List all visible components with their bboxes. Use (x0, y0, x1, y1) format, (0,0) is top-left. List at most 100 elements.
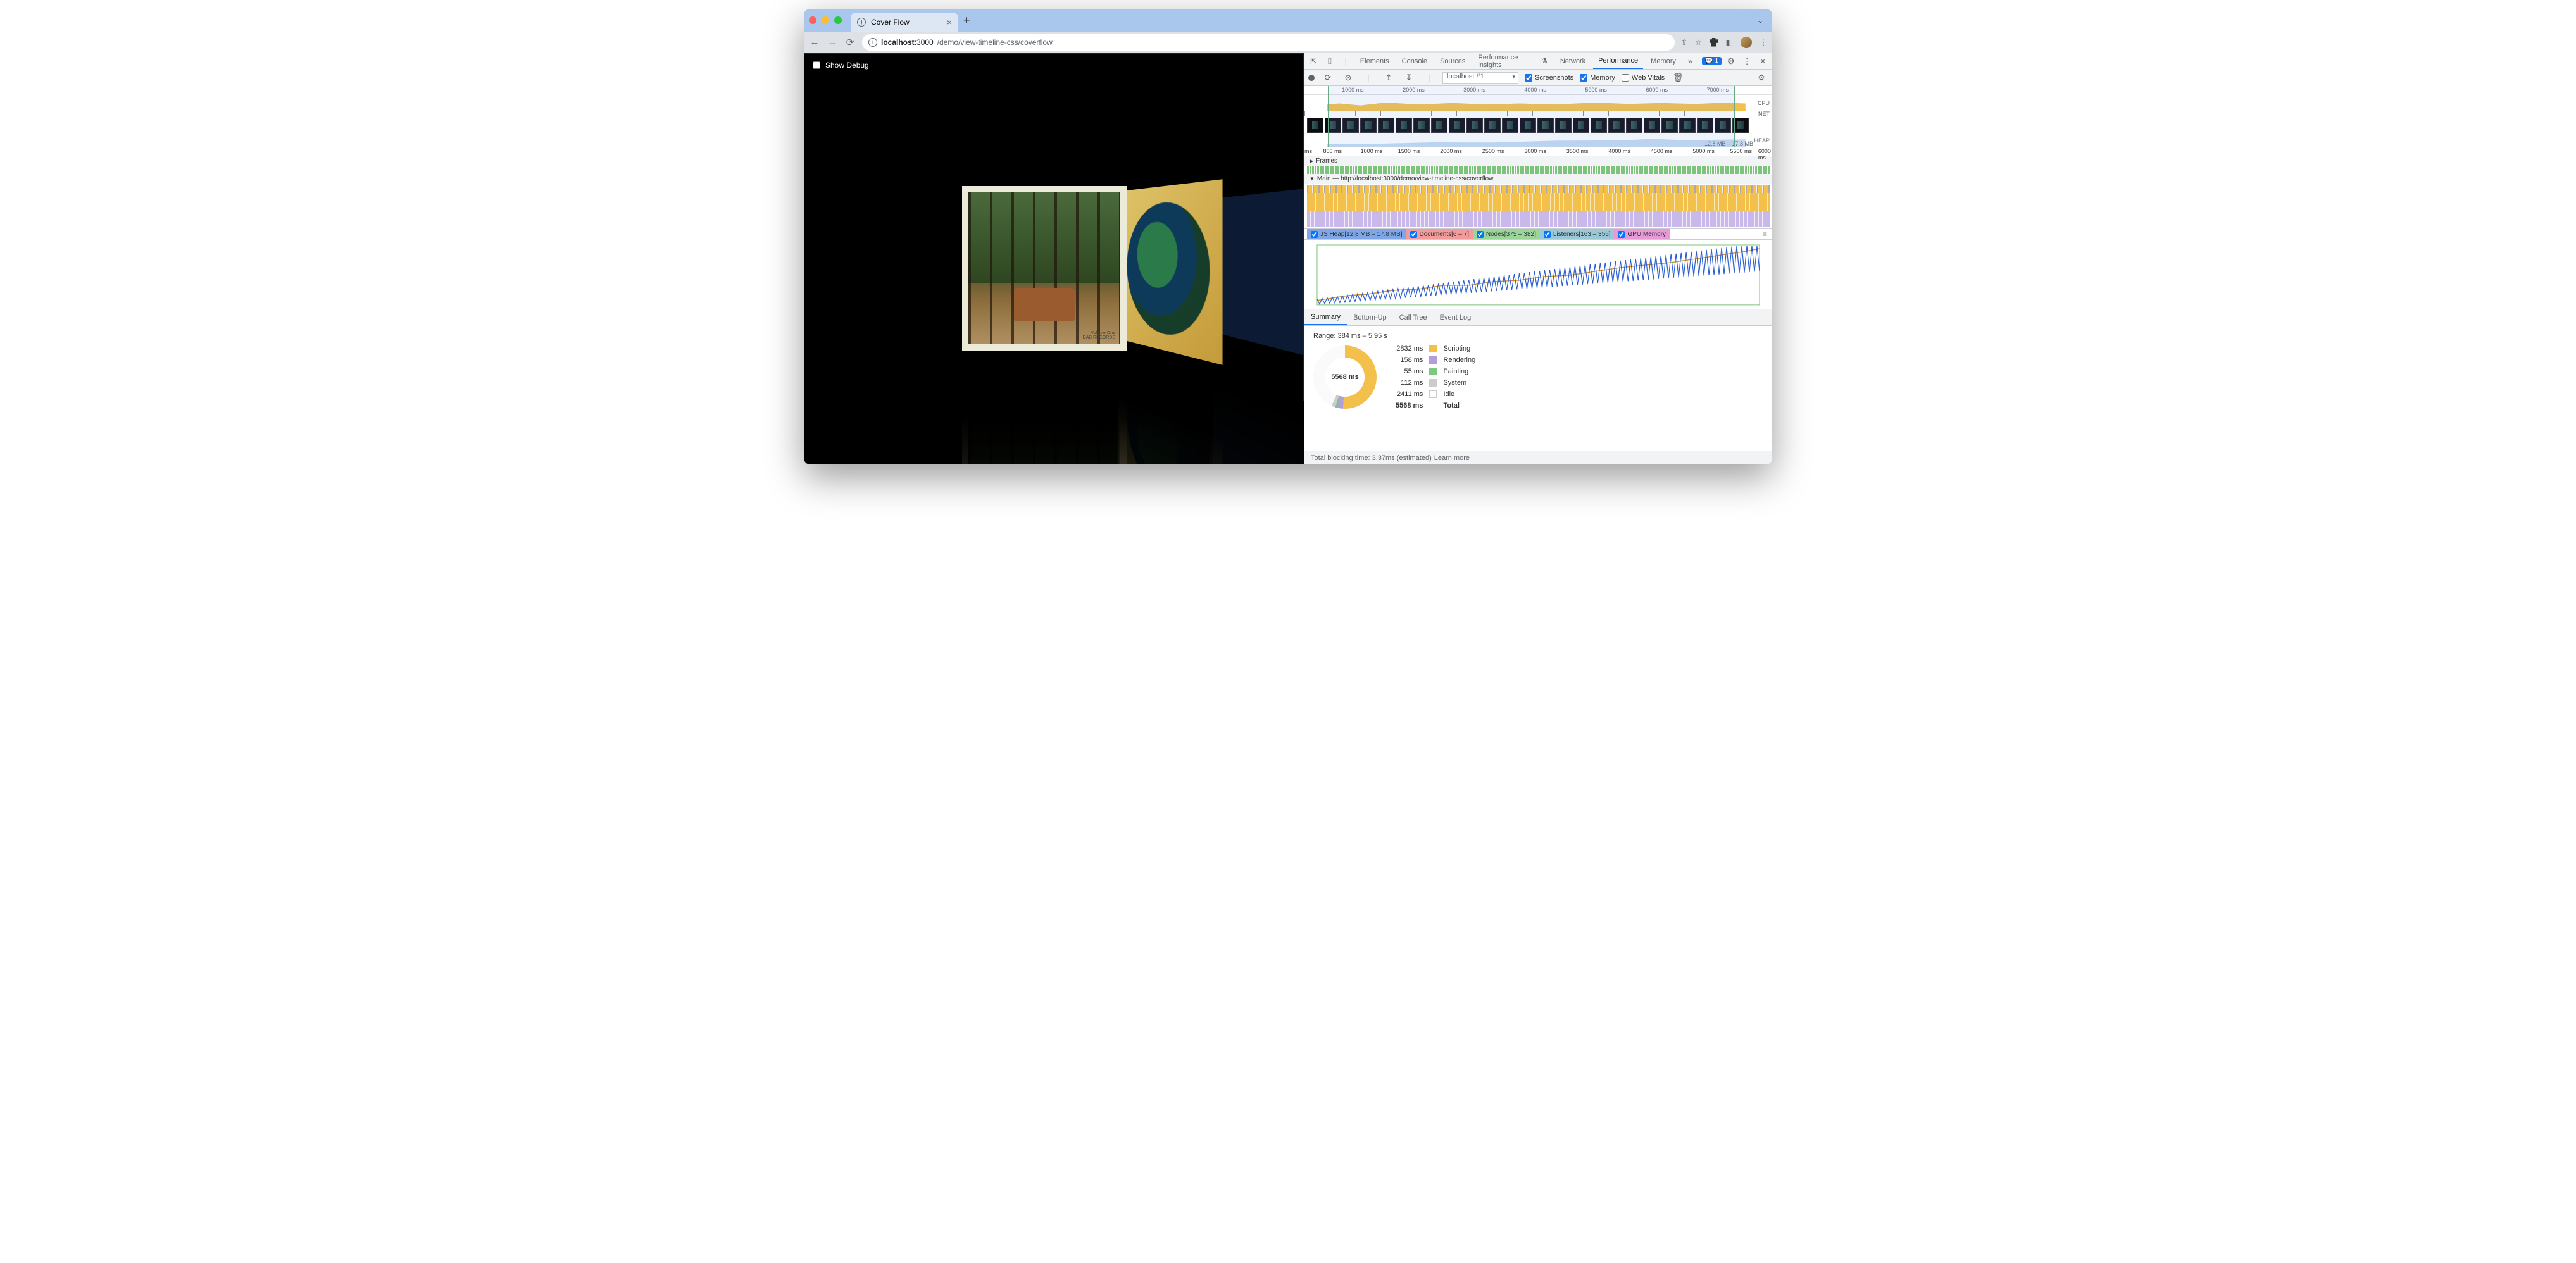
inspect-icon[interactable]: ⇱ (1307, 56, 1320, 66)
overview-pane[interactable]: 1000 ms 2000 ms 3000 ms 4000 ms 5000 ms … (1304, 86, 1772, 147)
summary-tab-call-tree[interactable]: Call Tree (1393, 309, 1434, 325)
issues-badge[interactable]: 💬 1 (1702, 57, 1722, 65)
screenshots-filmstrip[interactable] (1304, 116, 1772, 134)
summary-pane: Range: 384 ms – 5.95 s 5568 ms 2832 msSc… (1304, 326, 1772, 451)
devtools-panel: ⇱ ⌷ | Elements Console Sources Performan… (1304, 53, 1772, 464)
tab-console[interactable]: Console (1397, 53, 1432, 69)
devtools-menu-icon[interactable]: ⋮ (1740, 56, 1753, 66)
perf-bottom-bar: Total blocking time: 3.37ms (estimated) … (1304, 451, 1772, 464)
garbage-collect-icon[interactable]: 🗑 (1671, 73, 1685, 83)
counter-chart[interactable] (1304, 240, 1772, 309)
back-button[interactable]: ← (809, 37, 820, 47)
browser-menu-icon[interactable]: ⋮ (1760, 38, 1767, 47)
main-track-header[interactable]: ▼Main — http://localhost:3000/demo/view-… (1304, 174, 1772, 184)
disclosure-icon: ▶ (1310, 158, 1313, 164)
more-tabs-icon[interactable]: » (1684, 56, 1697, 66)
documents-counter-toggle[interactable]: Documents[6 – 7] (1406, 229, 1473, 239)
flame-chart[interactable]: ms 800 ms 1000 ms 1500 ms 2000 ms 2500 m… (1304, 147, 1772, 228)
share-icon[interactable]: ⇧ (1681, 38, 1687, 47)
tab-elements[interactable]: Elements (1355, 53, 1394, 69)
tbt-label: Total blocking time: 3.37ms (estimated) (1311, 454, 1432, 462)
summary-tab-event-log[interactable]: Event Log (1434, 309, 1478, 325)
net-lane-label: NET (1754, 111, 1772, 116)
summary-tab-summary[interactable]: Summary (1304, 309, 1347, 325)
site-info-icon[interactable]: i (868, 38, 877, 47)
url-input[interactable]: i localhost:3000/demo/view-timeline-css/… (862, 34, 1675, 51)
load-profile-icon[interactable]: ↥ (1382, 73, 1396, 83)
memory-checkbox[interactable]: Memory (1580, 74, 1615, 82)
cpu-lane-label: CPU (1754, 95, 1772, 111)
summary-tabs: Summary Bottom-Up Call Tree Event Log (1304, 309, 1772, 326)
globe-icon (857, 18, 866, 27)
tab-title: Cover Flow (871, 18, 910, 27)
device-toggle-icon[interactable]: ⌷ (1323, 56, 1336, 66)
js-heap-counter-toggle[interactable]: JS Heap[12.8 MB – 17.8 MB] (1307, 229, 1406, 239)
perf-toolbar: ⟳ ⊘ | ↥ ↧ | localhost #1 Screenshots Mem… (1304, 70, 1772, 86)
range-label: Range: 384 ms – 5.95 s (1313, 332, 1763, 340)
frames-track-header[interactable]: ▶Frames (1304, 156, 1772, 166)
summary-tab-bottom-up[interactable]: Bottom-Up (1347, 309, 1393, 325)
summary-donut-chart: 5568 ms (1313, 345, 1377, 409)
frames-track (1307, 166, 1770, 174)
side-panel-icon[interactable]: ◧ (1726, 38, 1733, 47)
profile-select[interactable]: localhost #1 (1442, 72, 1518, 84)
nodes-counter-toggle[interactable]: Nodes[375 – 382] (1473, 229, 1540, 239)
close-tab-icon[interactable]: × (947, 17, 952, 27)
bookmark-icon[interactable]: ☆ (1695, 38, 1702, 47)
screenshots-checkbox[interactable]: Screenshots (1525, 74, 1573, 82)
tab-sources[interactable]: Sources (1435, 53, 1470, 69)
reload-button[interactable]: ⟳ (844, 37, 856, 48)
window-controls (809, 16, 842, 24)
save-profile-icon[interactable]: ↧ (1402, 73, 1416, 83)
url-path: /demo/view-timeline-css/coverflow (937, 38, 1053, 47)
summary-legend: 2832 msScripting158 msRendering55 msPain… (1396, 345, 1475, 409)
main-track[interactable] (1307, 185, 1770, 228)
extensions-icon[interactable] (1710, 38, 1718, 47)
devtools-tabs: ⇱ ⌷ | Elements Console Sources Performan… (1304, 53, 1772, 70)
tab-performance[interactable]: Performance (1593, 53, 1643, 69)
counter-toggles: JS Heap[12.8 MB – 17.8 MB] Documents[6 –… (1304, 228, 1772, 240)
settings-icon[interactable]: ⚙ (1724, 56, 1737, 66)
cover-center[interactable]: Volume OneDAB RECORDS (962, 186, 1127, 351)
new-tab-button[interactable]: + (963, 14, 970, 27)
web-vitals-checkbox[interactable]: Web Vitals (1622, 74, 1665, 82)
minimize-window-button[interactable] (822, 16, 829, 24)
heap-lane-label: HEAP (1754, 134, 1772, 147)
reload-record-button[interactable]: ⟳ (1321, 73, 1335, 83)
net-overview (1304, 111, 1754, 116)
coverflow-stage[interactable]: Volume OneDAB RECORDS (804, 53, 1304, 464)
listeners-counter-toggle[interactable]: Listeners[163 – 355] (1540, 229, 1615, 239)
close-devtools-icon[interactable]: × (1756, 56, 1770, 66)
url-port: :3000 (915, 38, 934, 47)
tab-overflow-icon[interactable]: ⌄ (1757, 16, 1763, 25)
capture-settings-icon[interactable]: ⚙ (1754, 73, 1768, 83)
learn-more-link[interactable]: Learn more (1434, 454, 1470, 462)
cover-label-1: Volume One (1091, 331, 1115, 335)
donut-total: 5568 ms (1325, 358, 1365, 397)
browser-tabstrip: Cover Flow × + ⌄ (804, 9, 1772, 32)
disclosure-icon: ▼ (1310, 176, 1315, 182)
maximize-window-button[interactable] (834, 16, 842, 24)
cover-right-2[interactable] (1213, 189, 1304, 355)
profile-avatar[interactable] (1741, 37, 1752, 48)
heap-overview-chart (1304, 134, 1754, 147)
url-host: localhost (881, 38, 915, 47)
cover-right-1[interactable] (1118, 179, 1222, 365)
gpu-counter-toggle[interactable]: GPU Memory (1614, 229, 1670, 239)
tab-network[interactable]: Network (1555, 53, 1591, 69)
counter-menu-icon[interactable]: ≡ (1763, 230, 1770, 239)
browser-tab[interactable]: Cover Flow × (851, 13, 958, 32)
close-window-button[interactable] (809, 16, 816, 24)
overview-ruler: 1000 ms 2000 ms 3000 ms 4000 ms 5000 ms … (1304, 86, 1772, 95)
record-button[interactable] (1308, 75, 1315, 81)
page-content: Show Debug Volume OneDAB RECORDS (804, 53, 1304, 464)
cover-label-2: DAB RECORDS (1083, 335, 1115, 340)
clear-button[interactable]: ⊘ (1341, 73, 1355, 83)
beaker-icon: ⚗ (1541, 57, 1547, 65)
address-bar: ← → ⟳ i localhost:3000/demo/view-timelin… (804, 32, 1772, 53)
tab-memory[interactable]: Memory (1646, 53, 1681, 69)
flame-ruler: ms 800 ms 1000 ms 1500 ms 2000 ms 2500 m… (1304, 147, 1772, 156)
heap-range-label: 12.8 MB – 17.8 MB (1704, 140, 1753, 147)
forward-button[interactable]: → (827, 37, 838, 47)
tab-performance-insights[interactable]: Performance insights ⚗ (1473, 53, 1552, 69)
